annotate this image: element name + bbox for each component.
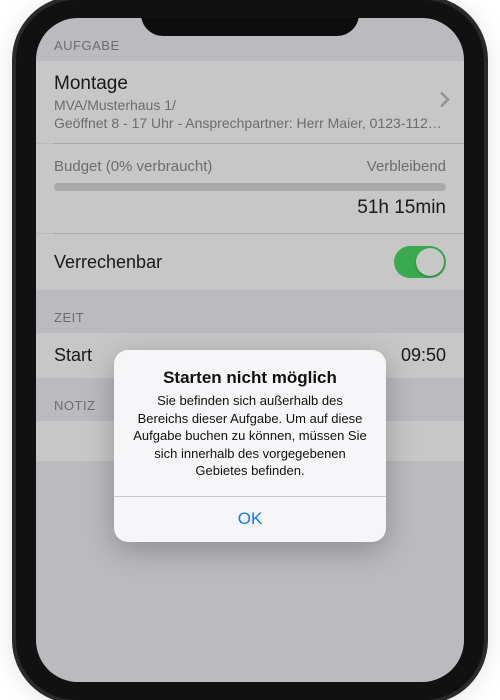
alert-title: Starten nicht möglich [114,350,386,392]
alert-message: Sie befinden sich außerhalb des Bereichs… [114,392,386,496]
screen: AUFGABE Montage MVA/Musterhaus 1/ Geöffn… [36,18,464,682]
device-frame: AUFGABE Montage MVA/Musterhaus 1/ Geöffn… [16,0,484,700]
alert-dialog: Starten nicht möglich Sie befinden sich … [114,350,386,542]
alert-ok-button[interactable]: OK [114,497,386,542]
